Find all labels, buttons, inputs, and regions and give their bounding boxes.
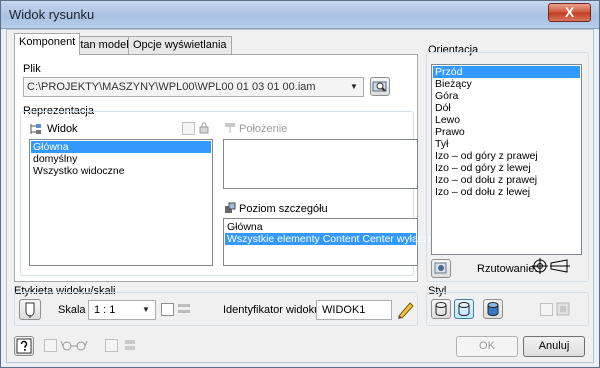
custom-view-icon [434, 262, 447, 274]
orientation-list[interactable]: Przód Bieżący Góra Dół Lewo Prawo Tył Iz… [431, 64, 582, 255]
view-label: Widok [47, 123, 78, 135]
help-button[interactable] [14, 336, 34, 356]
list-item[interactable]: Bieżący [433, 78, 580, 90]
tab-komponent[interactable]: Komponent [14, 33, 81, 55]
list-item[interactable]: Izo – od dołu z prawej [433, 174, 580, 186]
level-of-detail-icon [225, 202, 236, 213]
ok-button[interactable]: OK [456, 336, 518, 357]
list-item[interactable]: Dół [433, 102, 580, 114]
representation-group: Widok Główna domyślny Wszystko widoczne … [20, 111, 446, 276]
komponent-panel: Plik C:\PROJEKTY\MASZYNY\WPL00\WPL00 01 … [14, 54, 446, 282]
label-bulb-icon [25, 302, 35, 318]
chevron-down-icon[interactable]: ▼ [138, 302, 154, 318]
position-label: Położenie [239, 123, 288, 135]
list-item[interactable]: Góra [433, 90, 580, 102]
list-item[interactable]: domyślny [31, 153, 211, 165]
list-item[interactable]: Tył [433, 138, 580, 150]
list-item[interactable]: Prawo [433, 126, 580, 138]
view-id-value: WIDOK1 [322, 304, 366, 316]
cylinder-shaded-icon [487, 302, 499, 316]
style-hidden-lines-removed-button[interactable] [454, 299, 474, 319]
cancel-button[interactable]: Anuluj [523, 336, 585, 357]
dialog-window: Widok rysunku X Komponent Stan modelu Op… [0, 0, 600, 368]
view-id-input[interactable]: WIDOK1 [316, 300, 392, 320]
window-title: Widok rysunku [9, 7, 95, 22]
glasses-icon [60, 340, 88, 351]
list-item[interactable]: Główna [225, 221, 416, 233]
first-angle-projection-icon[interactable] [531, 257, 549, 275]
cylinder-visible-lines-icon [458, 302, 470, 316]
file-path-combo[interactable]: C:\PROJEKTY\MASZYNY\WPL00\WPL00 01 03 01… [23, 77, 364, 97]
style-group [426, 292, 589, 326]
scale-visibility-checkbox[interactable] [161, 303, 174, 316]
chevron-down-icon[interactable]: ▼ [346, 79, 362, 95]
list-item[interactable]: Wszystkie elementy Content Center wyłącz… [225, 233, 446, 245]
lock-icon [199, 122, 209, 134]
position-representation-icon [225, 123, 235, 133]
list-item[interactable]: Wszystko widoczne [31, 165, 211, 177]
style-from-base-checkbox[interactable] [540, 303, 553, 316]
label-scale-group: Skala 1 : 1 ▼ Identyfikator widoku WIDOK… [14, 292, 418, 326]
third-angle-projection-icon[interactable] [550, 258, 570, 274]
browse-file-button[interactable] [370, 77, 390, 96]
custom-view-button[interactable] [431, 259, 451, 278]
list-item[interactable]: Lewo [433, 114, 580, 126]
cylinder-hidden-lines-icon [435, 302, 447, 316]
stacked-option-icon [125, 340, 135, 350]
list-item[interactable]: Izo – od góry z lewej [433, 162, 580, 174]
file-label: Plik [23, 63, 41, 75]
label-visibility-button[interactable] [19, 299, 41, 320]
view-representation-icon [30, 124, 41, 134]
tab-opcje-wyswietlania[interactable]: Opcje wyświetlania [128, 36, 232, 54]
open-folder-search-icon [372, 81, 387, 92]
help-icon [16, 338, 32, 354]
file-path-value: C:\PROJEKTY\MASZYNY\WPL00\WPL00 01 03 01… [27, 81, 316, 93]
style-hidden-lines-button[interactable] [431, 299, 451, 319]
list-item[interactable]: Główna [31, 141, 211, 153]
scale-combo[interactable]: 1 : 1 ▼ [88, 300, 156, 320]
projection-label: Rzutowanie: [477, 263, 538, 275]
view-id-label: Identyfikator widoku [223, 304, 321, 316]
close-button[interactable]: X [548, 3, 591, 22]
edit-label-icon [178, 304, 190, 313]
glasses-option-checkbox[interactable] [44, 339, 57, 352]
level-of-detail-label: Poziom szczegółu [239, 203, 328, 215]
scale-value: 1 : 1 [94, 304, 116, 316]
pencil-edit-icon[interactable] [395, 298, 415, 320]
view-representation-list[interactable]: Główna domyślny Wszystko widoczne [29, 139, 213, 266]
view-lock-checkbox[interactable] [182, 122, 195, 135]
level-of-detail-list[interactable]: Główna Wszystkie elementy Content Center… [223, 218, 446, 266]
position-representation-list[interactable] [223, 139, 418, 189]
style-shaded-button[interactable] [483, 299, 503, 319]
dialog-body: Komponent Stan modelu Opcje wyświetlania… [6, 29, 594, 363]
style-from-base-icon [556, 302, 570, 316]
title-bar: Widok rysunku X [1, 1, 599, 29]
list-item[interactable]: Izo – od góry z prawej [433, 150, 580, 162]
checked-option-checkbox[interactable] [105, 339, 118, 352]
list-item[interactable]: Izo – od dołu z lewej [433, 186, 580, 198]
orientation-group: Przód Bieżący Góra Dół Lewo Prawo Tył Iz… [426, 52, 589, 282]
scale-label: Skala [58, 304, 86, 316]
list-item[interactable]: Przód [433, 66, 580, 78]
